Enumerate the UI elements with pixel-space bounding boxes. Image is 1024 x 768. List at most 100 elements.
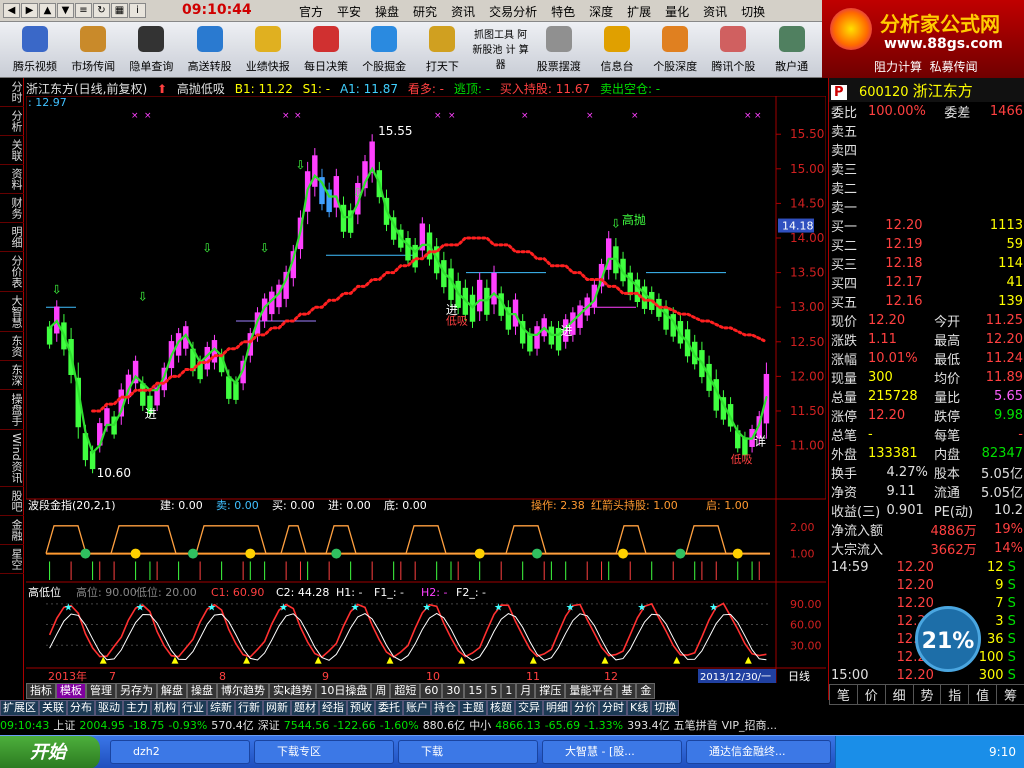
category-tab-9[interactable]: 网新 <box>263 700 291 716</box>
bottom-tab-19[interactable]: 基 <box>617 683 637 699</box>
back-icon[interactable]: ◀ <box>3 3 20 18</box>
bottom-tab-10[interactable]: 超短 <box>390 683 421 699</box>
left-tab-8[interactable]: 东资 <box>0 332 24 361</box>
left-tab-14[interactable]: 星空 <box>0 545 24 574</box>
menu-switch[interactable]: 切换 <box>734 3 772 20</box>
right-tab-5[interactable]: 值 <box>968 684 998 705</box>
right-tab-3[interactable]: 势 <box>912 684 942 705</box>
info-icon[interactable]: i <box>129 3 146 18</box>
toolbar-button-11[interactable]: 个股深度 <box>644 24 706 76</box>
toolbar-button-12[interactable]: 腾讯个股 <box>702 24 764 76</box>
menu-caopan[interactable]: 操盘 <box>368 3 406 20</box>
menu-official[interactable]: 官方 <box>292 3 330 20</box>
category-tab-13[interactable]: 委托 <box>375 700 403 716</box>
category-tab-20[interactable]: 分价 <box>571 700 599 716</box>
left-tab-2[interactable]: 关联 <box>0 136 24 165</box>
bottom-tab-16[interactable]: 月 <box>516 683 536 699</box>
left-tab-6[interactable]: 分价表 <box>0 252 24 292</box>
category-tab-18[interactable]: 交异 <box>515 700 543 716</box>
bottom-tab-5[interactable]: 操盘 <box>187 683 217 699</box>
toolbar-button-4[interactable]: 业绩快报 <box>237 24 299 76</box>
category-tab-14[interactable]: 账户 <box>403 700 431 716</box>
category-tab-17[interactable]: 核题 <box>487 700 515 716</box>
bottom-tab-4[interactable]: 解盘 <box>157 683 187 699</box>
bottom-tab-6[interactable]: 博尔趋势 <box>217 683 269 699</box>
category-tab-4[interactable]: 主力 <box>123 700 151 716</box>
menu-trade-analysis[interactable]: 交易分析 <box>482 3 544 20</box>
bottom-tab-20[interactable]: 金 <box>636 683 656 699</box>
right-tab-0[interactable]: 笔 <box>829 684 858 705</box>
category-tab-3[interactable]: 驱动 <box>95 700 123 716</box>
category-tab-1[interactable]: 关联 <box>39 700 67 716</box>
bottom-tab-15[interactable]: 1 <box>501 683 517 699</box>
task-download[interactable]: 下载 <box>398 740 538 764</box>
up-icon[interactable]: ▲ <box>39 3 56 18</box>
toolbar-button-5[interactable]: 每日决策 <box>295 24 357 76</box>
category-tab-11[interactable]: 经指 <box>319 700 347 716</box>
left-tab-9[interactable]: 东深 <box>0 361 24 390</box>
category-tab-6[interactable]: 行业 <box>179 700 207 716</box>
left-tab-5[interactable]: 明细 <box>0 223 24 252</box>
bottom-tab-18[interactable]: 量能平台 <box>565 683 618 699</box>
refresh-icon[interactable]: ↻ <box>93 3 110 18</box>
task-dzh[interactable]: 大智慧 - [股... <box>542 740 682 764</box>
left-tab-13[interactable]: 金融 <box>0 516 24 545</box>
start-button[interactable]: 开始 <box>0 736 100 768</box>
left-tab-3[interactable]: 资料 <box>0 165 24 194</box>
left-tab-0[interactable]: 分时 <box>0 78 24 107</box>
left-tab-10[interactable]: 操盘手 <box>0 390 24 430</box>
left-tab-7[interactable]: 大智慧 <box>0 292 24 332</box>
bottom-tab-14[interactable]: 5 <box>486 683 502 699</box>
down-icon[interactable]: ▼ <box>57 3 74 18</box>
right-tab-2[interactable]: 细 <box>884 684 914 705</box>
category-tab-12[interactable]: 预收 <box>347 700 375 716</box>
category-tab-0[interactable]: 扩展区 <box>0 700 39 716</box>
toolbar-button-0[interactable]: 腾乐视频 <box>4 24 66 76</box>
category-tab-16[interactable]: 主题 <box>459 700 487 716</box>
bottom-tab-9[interactable]: 周 <box>371 683 391 699</box>
category-tab-8[interactable]: 行新 <box>235 700 263 716</box>
right-tab-4[interactable]: 指 <box>940 684 970 705</box>
menu-icon[interactable]: ≡ <box>75 3 92 18</box>
bottom-tab-11[interactable]: 60 <box>420 683 443 699</box>
category-tab-23[interactable]: 切换 <box>651 700 680 716</box>
right-tab-1[interactable]: 价 <box>856 684 886 705</box>
bottom-tab-13[interactable]: 15 <box>464 683 487 699</box>
category-tab-5[interactable]: 机构 <box>151 700 179 716</box>
menu-news-2[interactable]: 资讯 <box>696 3 734 20</box>
chart-area[interactable]: 15.50 15.00 14.50 14.00 13.50 13.00 12.50 12.00… <box>26 96 826 683</box>
left-tab-4[interactable]: 财务 <box>0 194 24 223</box>
category-tab-2[interactable]: 分布 <box>67 700 95 716</box>
toolbar-button-6[interactable]: 个股掘金 <box>353 24 415 76</box>
toolbar-button-7[interactable]: 打天下 <box>411 24 473 76</box>
bottom-tab-12[interactable]: 30 <box>442 683 465 699</box>
bottom-tab-0[interactable]: 指标 <box>26 683 56 699</box>
forward-icon[interactable]: ▶ <box>21 3 38 18</box>
task-tdx[interactable]: 通达信金融终... <box>686 740 831 764</box>
bottom-tab-2[interactable]: 管理 <box>86 683 116 699</box>
toolbar-button-1[interactable]: 市场传闻 <box>62 24 124 76</box>
menu-extend[interactable]: 扩展 <box>620 3 658 20</box>
left-tab-12[interactable]: 股吧 <box>0 487 24 516</box>
right-tab-6[interactable]: 筹 <box>996 684 1024 705</box>
category-tab-22[interactable]: K线 <box>627 700 652 716</box>
category-tab-10[interactable]: 题材 <box>291 700 319 716</box>
grid-icon[interactable]: ▦ <box>111 3 128 18</box>
category-tab-7[interactable]: 综新 <box>207 700 235 716</box>
toolbar-button-8[interactable]: 抓图工具 阿新股池 计 算 器 <box>470 24 532 76</box>
bottom-tab-7[interactable]: 实k趋势 <box>269 683 317 699</box>
toolbar-extra-resistance[interactable]: 阻力计算 <box>874 60 922 74</box>
category-tab-15[interactable]: 持仓 <box>431 700 459 716</box>
category-tab-21[interactable]: 分时 <box>599 700 627 716</box>
task-dzh2[interactable]: dzh2 <box>110 740 250 764</box>
toolbar-button-10[interactable]: 信息台 <box>586 24 648 76</box>
toolbar-button-3[interactable]: 高送转股 <box>179 24 241 76</box>
menu-pingan[interactable]: 平安 <box>330 3 368 20</box>
bottom-tab-8[interactable]: 10日操盘 <box>316 683 372 699</box>
menu-news[interactable]: 资讯 <box>444 3 482 20</box>
bottom-tab-1[interactable]: 模板 <box>56 683 86 699</box>
toolbar-button-13[interactable]: 散户通 <box>761 24 823 76</box>
toolbar-extra-private[interactable]: 私募传闻 <box>930 60 978 74</box>
toolbar-button-2[interactable]: 隐单查询 <box>120 24 182 76</box>
left-tab-11[interactable]: Wind资讯 <box>0 430 24 487</box>
